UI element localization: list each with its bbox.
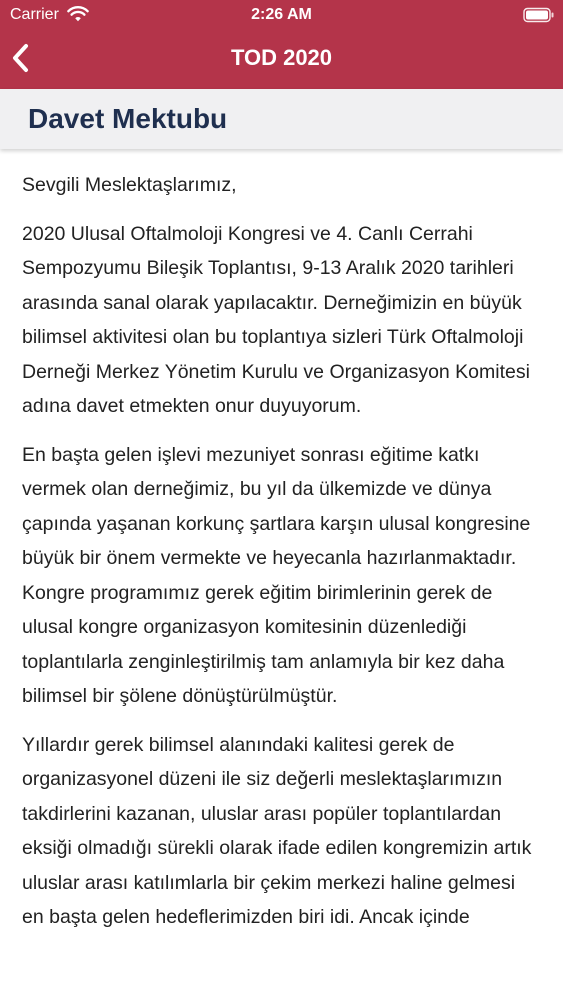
paragraph-3: Yıllardır gerek bilimsel alanındaki kali… <box>22 733 532 929</box>
top-bar: Carrier 2:26 AM TOD 2020 <box>0 0 563 89</box>
battery-icon <box>523 7 554 23</box>
greeting-text: Sevgili Meslektaşlarımız, <box>22 174 237 196</box>
navigation-bar: TOD 2020 <box>0 30 563 89</box>
paragraph-2: En başta gelen işlevi mezuniyet sonrası … <box>22 443 531 708</box>
section-title: Davet Mektubu <box>28 103 228 134</box>
section-header: Davet Mektubu <box>0 89 563 149</box>
status-time: 2:26 AM <box>251 6 312 23</box>
page-title: TOD 2020 <box>230 45 333 70</box>
letter-content: Sevgili Meslektaşlarımız, 2020 Ulusal Of… <box>22 168 542 949</box>
status-bar: Carrier 2:26 AM <box>0 0 563 30</box>
paragraph-1: 2020 Ulusal Oftalmoloji Kongresi ve 4. C… <box>22 222 530 418</box>
